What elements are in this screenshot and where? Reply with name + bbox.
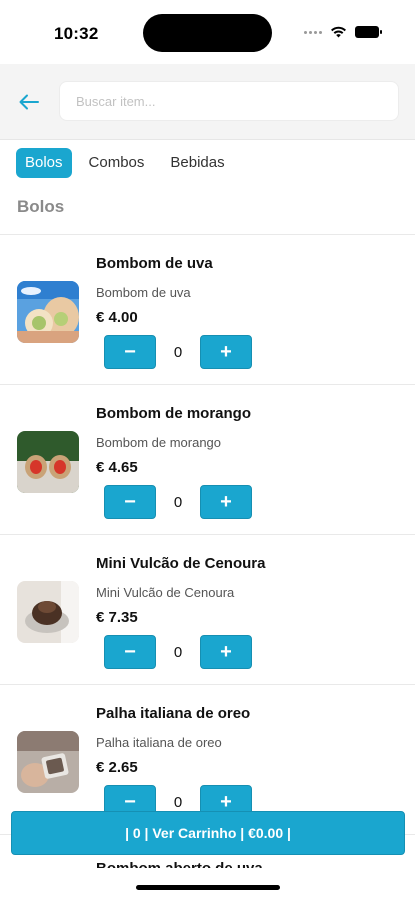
increase-button[interactable]: + [200,635,252,669]
tab-bolos[interactable]: Bolos [16,148,72,178]
quantity-value: 0 [173,343,183,361]
product-list: Bombom de uva Bombom de uva € 4.00 − 0 +… [0,234,415,835]
product-description: Mini Vulcão de Cenoura [96,585,235,600]
quantity-value: 0 [173,493,183,511]
quantity-value: 0 [173,643,183,661]
search-header [0,64,415,140]
product-item: Bombom de uva Bombom de uva € 4.00 − 0 + [0,235,415,385]
product-name: Mini Vulcão de Cenoura [96,555,266,572]
product-price: € 4.65 [96,459,138,476]
product-name: Bombom de morango [96,405,252,422]
status-bar: 10:32 [0,0,415,64]
product-name: Bombom de uva [96,255,213,272]
back-button[interactable] [16,90,42,114]
status-time: 10:32 [54,24,99,43]
decrease-button[interactable]: − [104,485,156,519]
tab-combos[interactable]: Combos [80,148,154,178]
dynamic-island [143,14,272,52]
status-icons [304,26,382,38]
wifi-icon [331,26,346,38]
search-box [59,81,399,121]
increase-button[interactable]: + [200,485,252,519]
category-tabs: Bolos Combos Bebidas [16,148,234,178]
battery-icon [355,26,382,38]
next-product-name: Bombom aberto de uva [96,860,263,868]
product-description: Bombom de morango [96,435,222,450]
product-item: Mini Vulcão de Cenoura Mini Vulcão de Ce… [0,535,415,685]
product-price: € 2.65 [96,759,138,776]
product-price: € 4.00 [96,309,138,326]
decrease-button[interactable]: − [104,635,156,669]
quantity-value: 0 [173,793,183,811]
home-indicator [136,885,280,890]
product-item: Bombom de morango Bombom de morango € 4.… [0,385,415,535]
quantity-stepper: − 0 + [104,335,252,369]
arrow-left-icon [19,94,39,110]
product-image [17,731,79,793]
view-cart-button[interactable]: | 0 | Ver Carrinho | €0.00 | [11,811,405,855]
cellular-signal-icon [304,30,322,34]
product-price: € 7.35 [96,609,138,626]
tab-bebidas[interactable]: Bebidas [161,148,233,178]
product-description: Palha italiana de oreo [96,735,222,750]
product-image [17,581,79,643]
increase-button[interactable]: + [200,335,252,369]
search-input[interactable] [60,82,398,120]
product-image [17,431,79,493]
quantity-stepper: − 0 + [104,485,252,519]
section-title: Bolos [17,197,65,216]
product-image [17,281,79,343]
quantity-stepper: − 0 + [104,635,252,669]
decrease-button[interactable]: − [104,335,156,369]
product-description: Bombom de uva [96,285,191,300]
product-name: Palha italiana de oreo [96,705,251,722]
